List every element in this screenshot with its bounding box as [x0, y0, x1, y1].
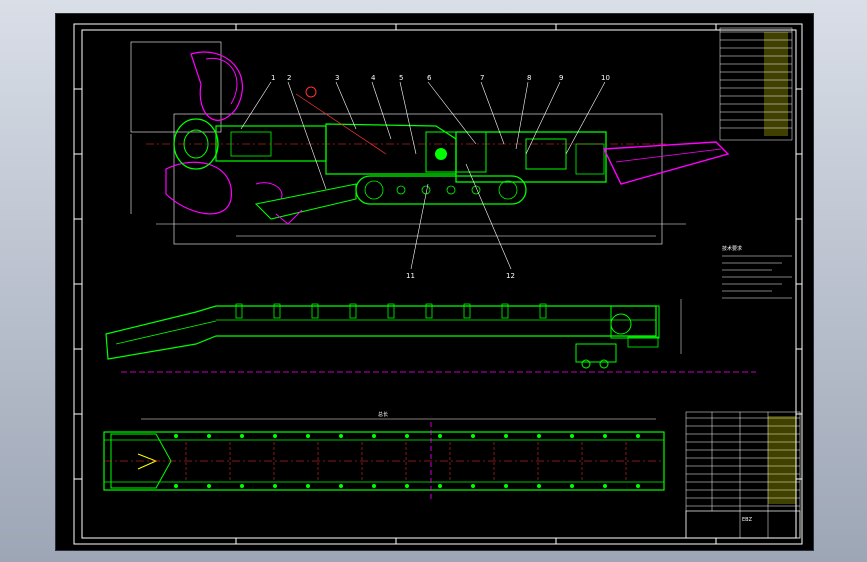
bolt-mark [438, 484, 442, 488]
balloon-11: 11 [406, 272, 415, 280]
bolt-mark [306, 484, 310, 488]
bolt-mark [339, 434, 343, 438]
bolt-mark [636, 434, 640, 438]
balloon-2: 2 [287, 74, 291, 82]
bolt-mark [438, 434, 442, 438]
title-block-label: EBZ [742, 517, 753, 523]
balloon-9: 9 [559, 74, 563, 82]
technical-notes: 技术要求 [722, 245, 792, 299]
balloon-5: 5 [399, 74, 403, 82]
bolt-mark [504, 434, 508, 438]
balloon-1: 1 [271, 74, 275, 82]
bolt-mark [273, 434, 277, 438]
machine-side-view: 1 2 3 4 5 6 7 8 9 10 11 12 [130, 41, 730, 280]
envelope-box [173, 113, 663, 245]
balloon-3: 3 [335, 74, 339, 82]
bolt-mark [207, 434, 211, 438]
bolt-mark [636, 484, 640, 488]
conveyor-plan-view: 总长 [103, 411, 665, 502]
conveyor-side-view [105, 299, 756, 373]
bolt-mark [174, 434, 178, 438]
bolt-mark [405, 484, 409, 488]
bolt-mark [405, 434, 409, 438]
bolt-mark [570, 484, 574, 488]
bolt-mark [240, 484, 244, 488]
balloon-4: 4 [371, 74, 376, 82]
bolt-mark [603, 484, 607, 488]
bolt-mark [570, 434, 574, 438]
bolt-mark [207, 484, 211, 488]
bolt-mark [174, 484, 178, 488]
bolt-mark [273, 484, 277, 488]
dimension-box [130, 41, 222, 133]
bolt-mark [537, 484, 541, 488]
dimension-top-label: 总长 [378, 411, 388, 418]
bolt-mark [504, 484, 508, 488]
title-block: EBZ [685, 510, 801, 539]
engineering-drawing: 1 2 3 4 5 6 7 8 9 10 11 12 技术要求 总长 EBZ [73, 23, 803, 545]
revision-table [719, 27, 793, 141]
bolt-mark [372, 484, 376, 488]
balloon-7: 7 [480, 74, 484, 82]
drawing-inner-frame [81, 29, 797, 539]
bolt-mark [372, 434, 376, 438]
balloon-6: 6 [427, 74, 432, 82]
notes-heading: 技术要求 [722, 245, 742, 252]
balloon-8: 8 [527, 74, 531, 82]
bolt-mark [471, 484, 475, 488]
bolt-mark [603, 434, 607, 438]
balloon-10: 10 [601, 74, 610, 82]
balloon-12: 12 [506, 272, 515, 280]
cad-viewport[interactable]: 1 2 3 4 5 6 7 8 9 10 11 12 技术要求 总长 EBZ [55, 13, 814, 551]
bolt-mark [339, 484, 343, 488]
bolt-mark [537, 434, 541, 438]
bolt-mark [240, 434, 244, 438]
bolt-mark [306, 434, 310, 438]
bolt-mark [471, 434, 475, 438]
